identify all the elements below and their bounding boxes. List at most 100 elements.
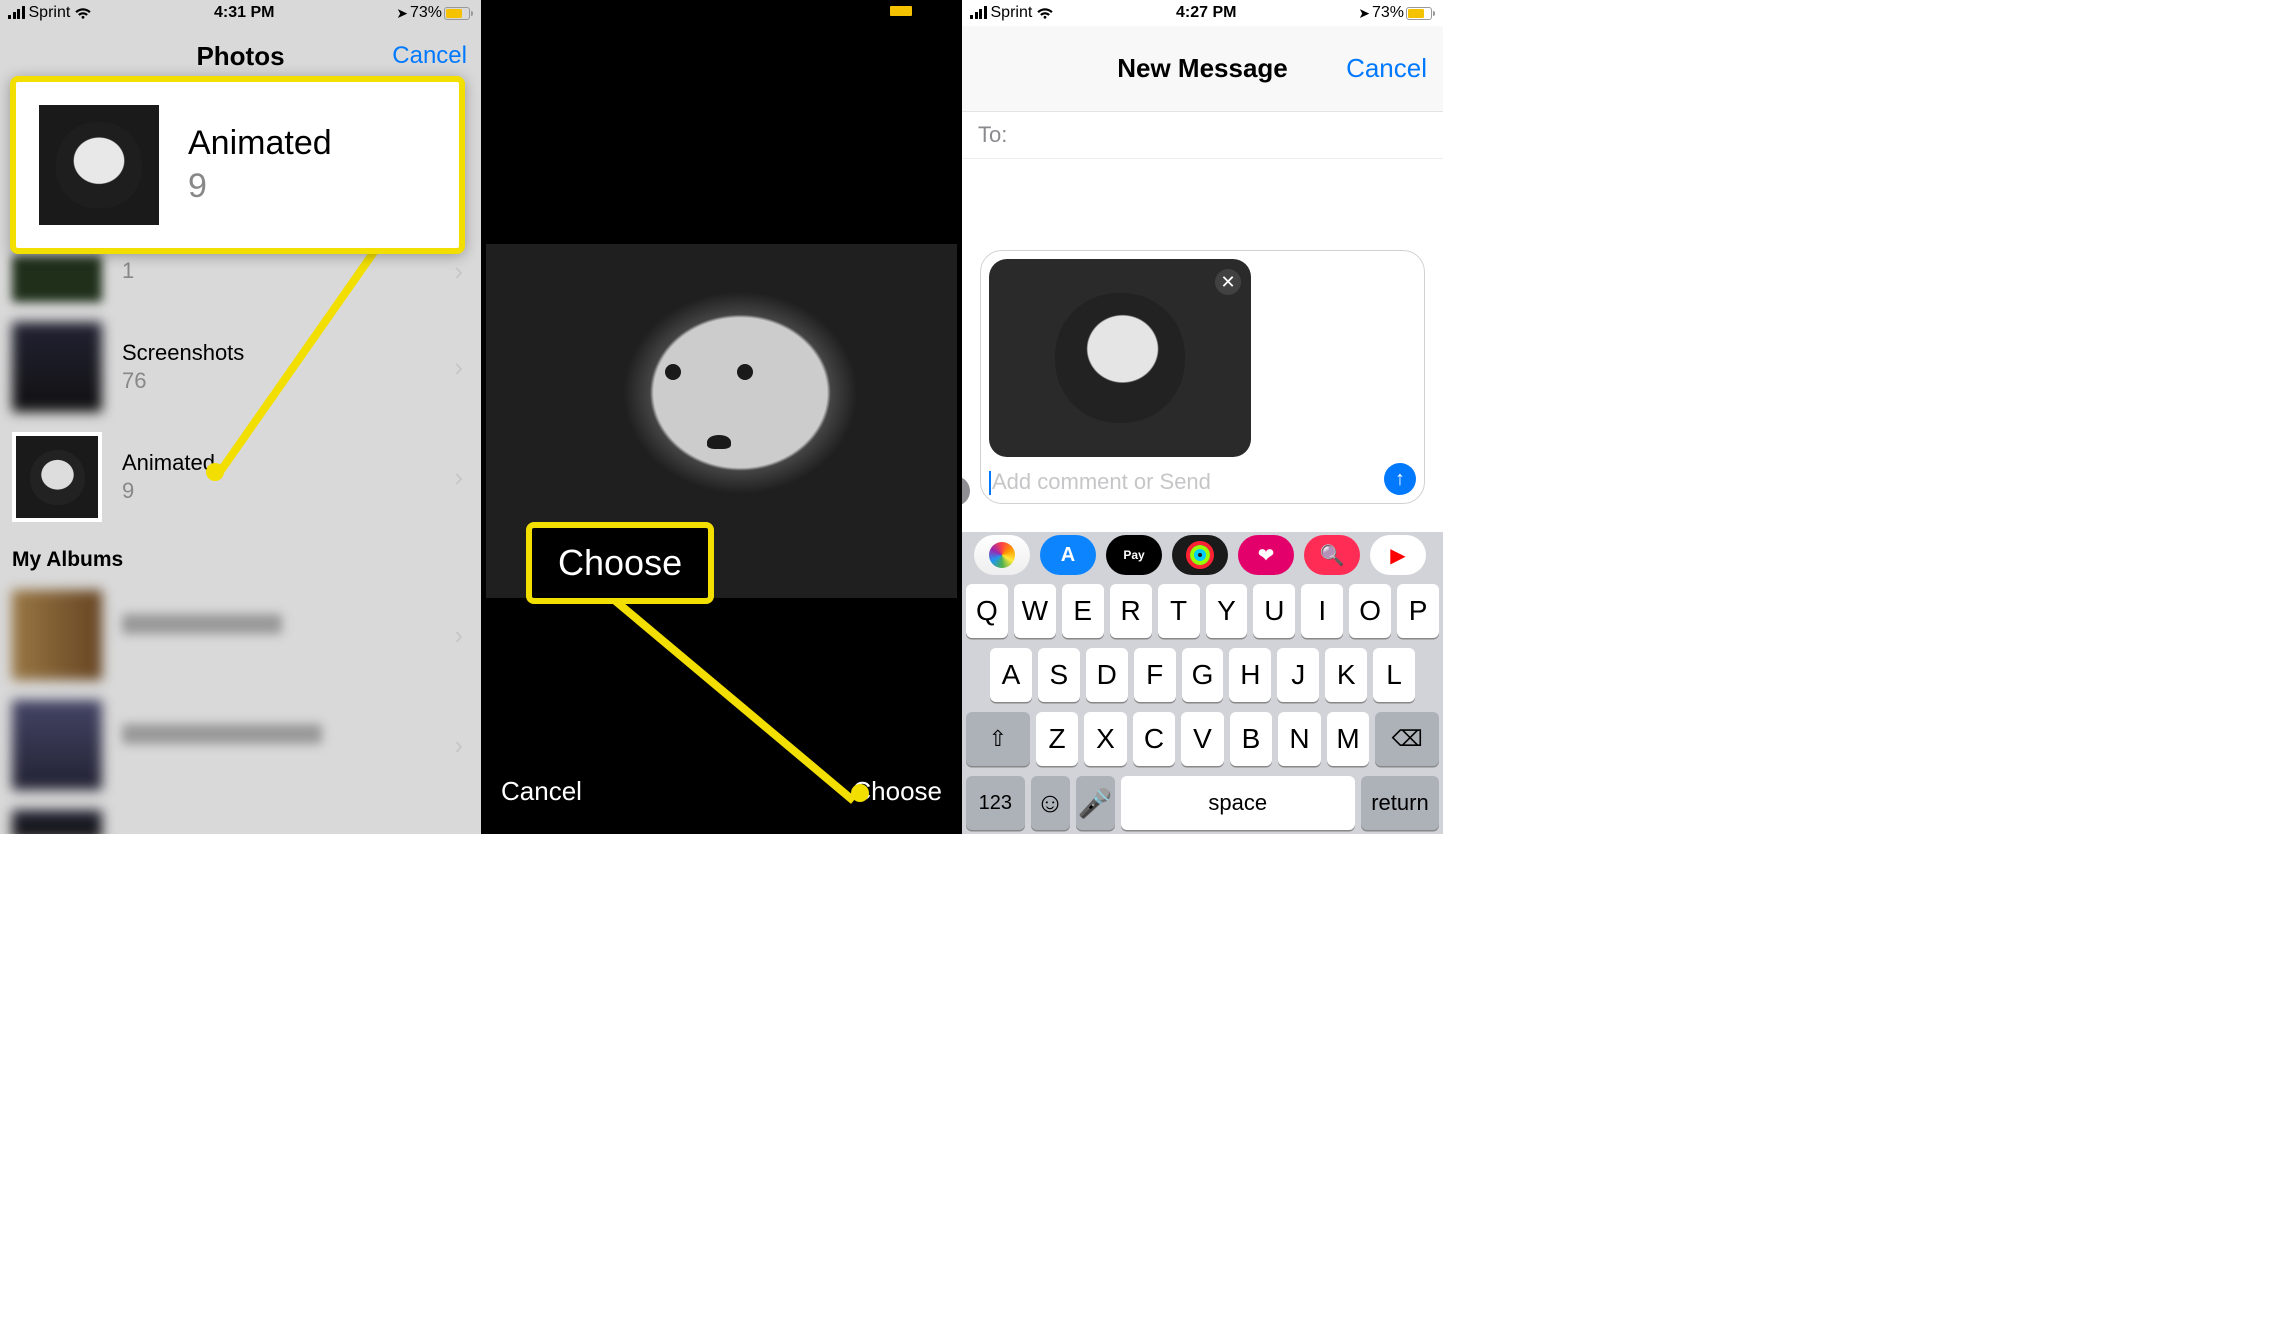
status-bar: Sprint 4:31 PM ➤ 73% [0,0,481,26]
screen-photo-preview: Choose Cancel Choose [481,0,962,834]
album-thumbnail [12,700,102,790]
key-z[interactable]: Z [1036,712,1079,766]
key-a[interactable]: A [990,648,1032,702]
bottom-toolbar: Cancel Choose [481,748,962,834]
section-title-my-albums: My Albums [0,532,481,580]
album-thumbnail [12,810,102,834]
app-applepay-icon[interactable]: Pay [1106,535,1162,575]
key-s[interactable]: S [1038,648,1080,702]
message-input[interactable]: Add comment or Send [989,469,1416,495]
cancel-button[interactable]: Cancel [1346,53,1427,84]
key-y[interactable]: Y [1206,584,1248,638]
key-j[interactable]: J [1277,648,1319,702]
app-photos-icon[interactable] [974,535,1030,575]
key-u[interactable]: U [1253,584,1295,638]
battery-pct: 73% [410,4,442,22]
album-name: Animated [122,450,448,476]
key-v[interactable]: V [1181,712,1224,766]
album-name: Screenshots [122,340,448,366]
screen-new-message: Sprint 4:27 PM ➤ 73% New Message Cancel … [962,0,1443,834]
chevron-right-icon: › [448,620,469,651]
key-q[interactable]: Q [966,584,1008,638]
key-e[interactable]: E [1062,584,1104,638]
wifi-icon [1036,6,1054,20]
key-n[interactable]: N [1278,712,1321,766]
app-heart-icon[interactable]: ❤ [1238,535,1294,575]
key-m[interactable]: M [1327,712,1370,766]
key-shift[interactable]: ⇧ [966,712,1030,766]
key-123[interactable]: 123 [966,776,1025,830]
key-mic[interactable]: 🎤 [1076,776,1115,830]
callout-dot [206,463,224,481]
battery-icon [444,7,473,20]
chevron-right-icon: › [448,352,469,383]
cancel-button[interactable]: Cancel [501,776,582,807]
album-row[interactable]: › [0,690,481,800]
status-bar [481,0,962,26]
expand-button[interactable]: › [962,476,970,506]
album-name [122,724,322,744]
key-d[interactable]: D [1086,648,1128,702]
send-button[interactable]: ↑ [1384,463,1416,495]
key-w[interactable]: W [1014,584,1056,638]
key-emoji[interactable]: ☺ [1031,776,1070,830]
callout-choose: Choose [526,522,714,604]
wifi-icon [74,6,92,20]
album-thumbnail [12,432,102,522]
status-bar: Sprint 4:27 PM ➤ 73% [962,0,1443,26]
choose-label: Choose [558,542,682,584]
chevron-right-icon: › [448,256,469,287]
album-count: 1 [122,258,448,284]
album-count: 9 [122,478,448,504]
key-f[interactable]: F [1134,648,1176,702]
key-p[interactable]: P [1397,584,1439,638]
shift-icon: ⇧ [989,726,1007,752]
album-row[interactable]: › [0,580,481,690]
key-k[interactable]: K [1325,648,1367,702]
key-r[interactable]: R [1110,584,1152,638]
mic-icon: 🎤 [1078,787,1113,820]
message-compose-area: ✕ Add comment or Send ↑ [980,250,1425,504]
carrier-label: Sprint [29,4,71,22]
key-i[interactable]: I [1301,584,1343,638]
status-time: 4:31 PM [214,4,274,22]
key-x[interactable]: X [1084,712,1127,766]
remove-attachment-button[interactable]: ✕ [1215,269,1241,295]
key-h[interactable]: H [1229,648,1271,702]
key-backspace[interactable]: ⌫ [1375,712,1439,766]
album-name: Animated [188,124,332,163]
carrier-label: Sprint [991,4,1033,22]
keyboard-row-4: 123 ☺ 🎤 space return [966,776,1439,830]
keyboard: Q W E R T Y U I O P A S D F G H J K L ⇧ … [962,578,1443,834]
signal-icon [970,7,987,19]
app-youtube-icon[interactable]: ▶ [1370,535,1426,575]
album-thumbnail [12,256,102,302]
albums-list: 1 › Screenshots 76 › Animated 9 › My Alb… [0,256,481,834]
album-row-screenshots[interactable]: Screenshots 76 › [0,312,481,422]
keyboard-row-2: A S D F G H J K L [966,648,1439,702]
album-count [122,750,162,766]
key-l[interactable]: L [1373,648,1415,702]
album-row[interactable] [0,800,481,834]
app-fitness-icon[interactable] [1172,535,1228,575]
key-space[interactable]: space [1121,776,1355,830]
nav-header: New Message Cancel [962,26,1443,112]
status-time: 4:27 PM [1176,4,1236,22]
app-appstore-icon[interactable]: A [1040,535,1096,575]
chevron-right-icon: › [448,730,469,761]
screen-photos-albums: Sprint 4:31 PM ➤ 73% Photos Cancel Anima… [0,0,481,834]
key-return[interactable]: return [1361,776,1439,830]
key-c[interactable]: C [1133,712,1176,766]
cancel-button[interactable]: Cancel [392,42,467,70]
location-icon: ➤ [1358,5,1370,22]
key-b[interactable]: B [1230,712,1273,766]
key-t[interactable]: T [1158,584,1200,638]
attached-image[interactable]: ✕ [989,259,1251,457]
key-g[interactable]: G [1182,648,1224,702]
app-images-icon[interactable]: 🔍 [1304,535,1360,575]
to-field[interactable]: To: [962,112,1443,159]
album-thumbnail [12,322,102,412]
key-o[interactable]: O [1349,584,1391,638]
album-row[interactable]: 1 › [0,256,481,312]
keyboard-row-3: ⇧ Z X C V B N M ⌫ [966,712,1439,766]
